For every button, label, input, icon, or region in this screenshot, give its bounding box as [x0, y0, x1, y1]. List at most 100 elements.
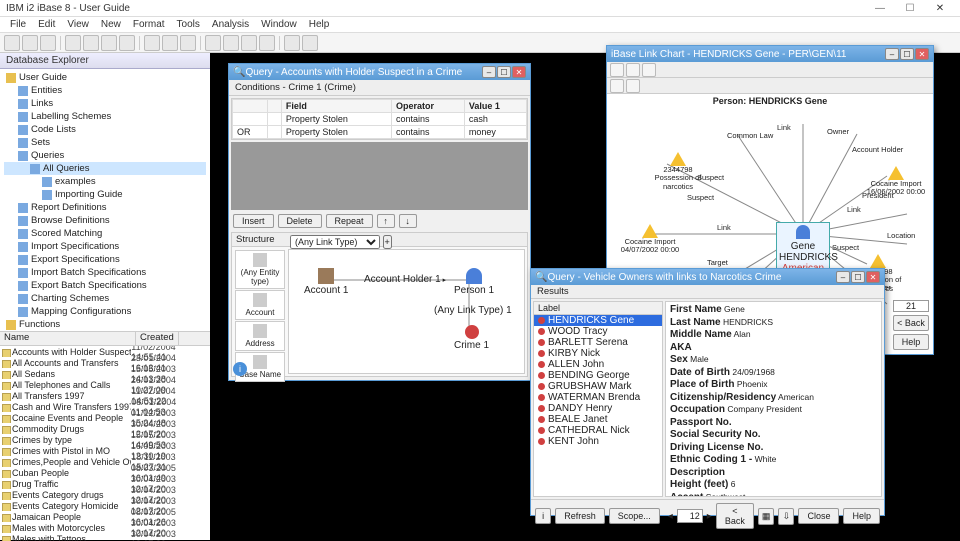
menu-analysis[interactable]: Analysis [206, 19, 255, 30]
lc-titlebar[interactable]: iBase Link Chart - HENDRICKS Gene - PER\… [607, 46, 933, 62]
menu-format[interactable]: Format [127, 19, 171, 30]
tool-icon[interactable] [40, 35, 56, 51]
menu-new[interactable]: New [95, 19, 127, 30]
results-list[interactable]: Label HENDRICKS GeneWOOD TracyBARLETT Se… [533, 301, 663, 497]
delete-button[interactable]: Delete [278, 214, 322, 228]
result-item[interactable]: WATERMAN Brenda [534, 392, 662, 403]
result-item[interactable]: KENT John [534, 436, 662, 447]
result-item[interactable]: KIRBY Nick [534, 348, 662, 359]
result-item[interactable]: DANDY Henry [534, 403, 662, 414]
structure-canvas[interactable]: Account 1 Account Holder 1 ▸ Person 1 (A… [288, 249, 525, 374]
maximize-button[interactable]: ☐ [896, 1, 924, 16]
tool-icon[interactable] [284, 35, 300, 51]
result-item[interactable]: GRUBSHAW Mark [534, 381, 662, 392]
tree-node[interactable]: examples [4, 175, 206, 188]
tree-node[interactable]: Export Batch Specifications [4, 279, 206, 292]
palette-item[interactable]: Account [235, 290, 285, 320]
back-button[interactable]: < Back [716, 503, 754, 529]
col-label[interactable]: Label [534, 302, 662, 315]
col-created[interactable]: Created [136, 332, 179, 345]
tree-node[interactable]: Import Batch Specifications [4, 266, 206, 279]
menu-view[interactable]: View [61, 19, 95, 30]
tree-node[interactable]: Scored Matching [4, 227, 206, 240]
chart-icon[interactable]: ▦ [758, 508, 774, 525]
record-nav-icon[interactable]: ◂ [668, 511, 673, 522]
tree-node[interactable]: Browse Definitions [4, 214, 206, 227]
palette-item[interactable]: Address [235, 321, 285, 351]
result-item[interactable]: BARLETT Serena [534, 337, 662, 348]
tree-node[interactable]: Queries [4, 149, 206, 162]
tool-icon[interactable] [119, 35, 135, 51]
tree-node[interactable]: Importing Guide [4, 188, 206, 201]
close-icon[interactable]: ✕ [866, 271, 880, 283]
details-panel[interactable]: First Name GeneLast Name HENDRICKSMiddle… [665, 301, 882, 497]
tool-icon[interactable] [144, 35, 160, 51]
tool-icon[interactable] [610, 63, 624, 77]
tree-node[interactable]: Export Specifications [4, 253, 206, 266]
tool-icon[interactable] [610, 79, 624, 93]
close-icon[interactable]: ✕ [512, 66, 526, 78]
menu-help[interactable]: Help [303, 19, 336, 30]
add-icon[interactable]: + [383, 235, 392, 249]
maximize-icon[interactable]: ☐ [497, 66, 511, 78]
move-down-icon[interactable]: ↓ [399, 214, 417, 228]
close-button[interactable]: ✕ [926, 1, 954, 16]
result-item[interactable]: HENDRICKS Gene [534, 315, 662, 326]
back-button[interactable]: < Back [893, 315, 929, 331]
result-item[interactable]: BEALE Janet [534, 414, 662, 425]
minimize-icon[interactable]: – [885, 48, 899, 60]
close-button[interactable]: Close [798, 508, 839, 524]
repeat-button[interactable]: Repeat [326, 214, 373, 228]
tool-icon[interactable] [642, 63, 656, 77]
tool-icon[interactable] [241, 35, 257, 51]
tool-icon[interactable] [259, 35, 275, 51]
maximize-icon[interactable]: ☐ [851, 271, 865, 283]
link-account-holder[interactable]: Account Holder 1 ▸ [364, 274, 446, 285]
qb-titlebar[interactable]: 🔍 Query - Accounts with Holder Suspect i… [229, 64, 530, 80]
tool-icon[interactable] [162, 35, 178, 51]
info-icon[interactable]: i [535, 508, 551, 524]
minimize-icon[interactable]: – [836, 271, 850, 283]
tool-icon[interactable] [101, 35, 117, 51]
export-icon[interactable]: ⇩ [778, 508, 794, 525]
tree-node[interactable]: Entities [4, 84, 206, 97]
result-item[interactable]: CATHEDRAL Nick [534, 425, 662, 436]
col-name[interactable]: Name [0, 332, 136, 345]
tree-node[interactable]: Sets [4, 136, 206, 149]
menu-tools[interactable]: Tools [171, 19, 206, 30]
query-list[interactable]: Accounts with Holder Suspect in a Crime1… [0, 346, 210, 541]
tree-node[interactable]: Mapping Configurations [4, 305, 206, 318]
insert-button[interactable]: Insert [233, 214, 274, 228]
qr-titlebar[interactable]: 🔍 Query - Vehicle Owners with links to N… [531, 269, 884, 285]
help-button[interactable]: Help [843, 508, 880, 524]
tool-icon[interactable] [302, 35, 318, 51]
tree-node[interactable]: Import Specifications [4, 240, 206, 253]
node-account[interactable]: Account 1 [304, 268, 348, 296]
result-item[interactable]: ALLEN John [534, 359, 662, 370]
tree-node[interactable]: Report Definitions [4, 201, 206, 214]
palette-item[interactable]: (Any Entity type) [235, 250, 285, 289]
help-button[interactable]: Help [893, 334, 929, 350]
tool-icon[interactable] [223, 35, 239, 51]
tree-node[interactable]: Labelling Schemes [4, 110, 206, 123]
page-input[interactable] [677, 509, 703, 523]
tool-icon[interactable] [180, 35, 196, 51]
linktype-dropdown[interactable]: (Any Link Type) + [290, 235, 392, 249]
tree-node[interactable]: Links [4, 97, 206, 110]
tool-icon[interactable] [83, 35, 99, 51]
conditions-grid[interactable]: FieldOperatorValue 1Property Stolenconta… [231, 98, 528, 140]
node-crime[interactable]: Crime 1 [454, 325, 489, 351]
result-item[interactable]: WOOD Tracy [534, 326, 662, 337]
tool-icon[interactable] [65, 35, 81, 51]
scope-button[interactable]: Scope... [609, 508, 660, 524]
tree-node[interactable]: Charting Schemes [4, 292, 206, 305]
menu-window[interactable]: Window [255, 19, 303, 30]
minimize-icon[interactable]: – [482, 66, 496, 78]
record-nav-icon[interactable]: ▸ [707, 511, 712, 522]
tool-icon[interactable] [4, 35, 20, 51]
tree-node[interactable]: Functions [4, 318, 206, 331]
chart-node[interactable]: Cocaine Import04/07/2002 00:00 [615, 224, 685, 255]
tool-icon[interactable] [626, 79, 640, 93]
info-icon[interactable]: i [233, 362, 247, 376]
tool-icon[interactable] [626, 63, 640, 77]
